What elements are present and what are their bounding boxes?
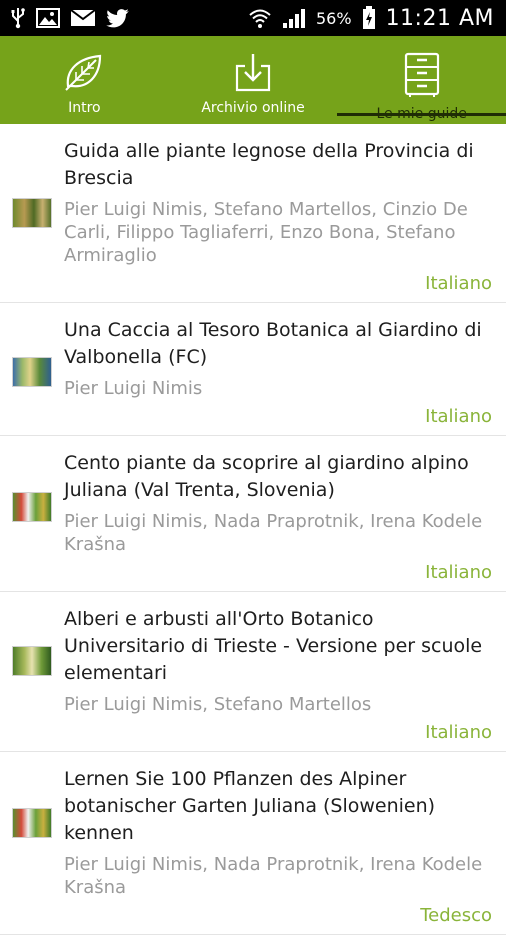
notification-icons — [10, 7, 130, 29]
guide-language: Tedesco — [420, 905, 492, 926]
clock: 11:21 AM — [385, 5, 494, 31]
mail-icon — [70, 9, 96, 27]
tab-bar: Intro Archivio online Le mie guide — [0, 36, 506, 124]
guide-title: Alberi e arbusti all'Orto Botanico Unive… — [64, 608, 483, 684]
list-item[interactable]: Cento piante da scoprire al giardino alp… — [0, 436, 506, 592]
guide-thumbnail — [12, 198, 52, 228]
leaf-icon — [62, 52, 106, 96]
guide-language: Italiano — [425, 273, 492, 294]
tab-archivio-online-label: Archivio online — [201, 100, 305, 116]
status-bar: 56% 11:21 AM — [0, 0, 506, 36]
battery-icon — [362, 6, 376, 30]
signal-icon — [282, 7, 306, 29]
list-item[interactable]: Una Caccia al Tesoro Botanica al Giardin… — [0, 303, 506, 436]
guide-title: Cento piante da scoprire al giardino alp… — [64, 452, 469, 501]
guide-authors: Pier Luigi Nimis, Nada Praprotnik, Irena… — [64, 854, 483, 898]
tab-intro-label: Intro — [68, 100, 101, 116]
guide-title: Una Caccia al Tesoro Botanica al Giardin… — [64, 319, 482, 368]
guide-authors: Pier Luigi Nimis, Nada Praprotnik, Irena… — [64, 511, 483, 555]
download-icon — [233, 52, 273, 96]
list-item[interactable]: Lernen Sie 100 Pflanzen des Alpiner bota… — [0, 752, 506, 935]
tab-le-mie-guide[interactable]: Le mie guide — [337, 36, 506, 124]
image-icon — [36, 8, 60, 28]
guide-thumbnail — [12, 492, 52, 522]
guide-language: Italiano — [425, 722, 492, 743]
twitter-icon — [106, 8, 130, 28]
guide-authors: Pier Luigi Nimis, Stefano Martellos, Cin… — [64, 199, 468, 266]
guide-list: Guida alle piante legnose della Provinci… — [0, 124, 506, 935]
wifi-icon — [248, 7, 272, 29]
usb-icon — [10, 7, 26, 29]
guide-language: Italiano — [425, 406, 492, 427]
file-cabinet-icon — [402, 52, 442, 102]
guide-thumbnail — [12, 646, 52, 676]
guide-thumbnail — [12, 808, 52, 838]
guide-authors: Pier Luigi Nimis, Stefano Martellos — [64, 694, 372, 715]
tab-archivio-online[interactable]: Archivio online — [169, 36, 338, 124]
system-icons: 56% 11:21 AM — [248, 6, 494, 31]
guide-authors: Pier Luigi Nimis — [64, 378, 203, 399]
list-item[interactable]: Guida alle piante legnose della Provinci… — [0, 124, 506, 303]
guide-thumbnail — [12, 357, 52, 387]
guide-language: Italiano — [425, 562, 492, 583]
guide-title: Lernen Sie 100 Pflanzen des Alpiner bota… — [64, 768, 436, 844]
list-item[interactable]: Alberi e arbusti all'Orto Botanico Unive… — [0, 592, 506, 752]
guide-title: Guida alle piante legnose della Provinci… — [64, 140, 474, 189]
battery-percent: 56% — [316, 8, 352, 28]
tab-intro[interactable]: Intro — [0, 36, 169, 124]
active-tab-indicator — [337, 113, 506, 116]
